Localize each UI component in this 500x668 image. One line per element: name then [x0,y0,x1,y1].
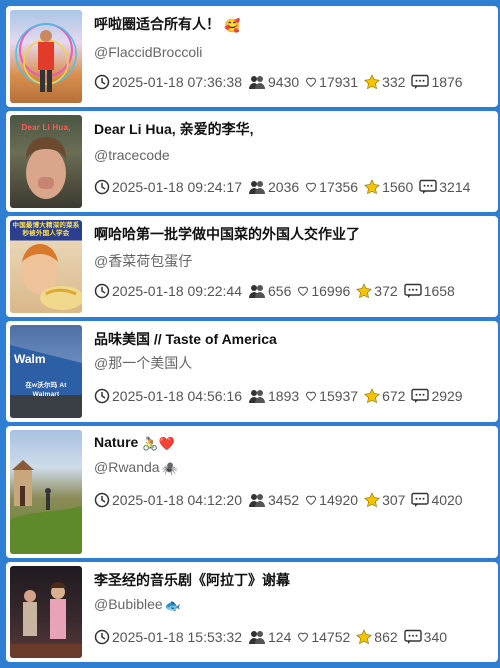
post-title[interactable]: 品味美国 // Taste of America [94,329,490,349]
people-icon [249,390,265,403]
heart-icon [298,286,309,297]
comment-icon [403,283,422,298]
comment-icon [411,388,430,403]
heart-icon [306,495,317,506]
likes-count: 14920 [319,492,359,508]
likes-count: 17356 [319,179,359,195]
heart-icon [298,632,309,643]
likes-count: 16996 [311,283,351,299]
post-datetime: 2025-01-18 15:53:32 [112,629,242,645]
stars-count: 862 [374,629,398,645]
star-icon [356,629,373,645]
followers-count: 1893 [268,388,300,404]
comment-icon [411,492,430,507]
comments-count: 1658 [423,283,455,299]
followers-count: 656 [268,283,292,299]
spider-emoji-icon: 🕷️ [161,461,178,476]
stars-count: 332 [382,74,406,90]
post-title[interactable]: 李圣经的音乐剧《阿拉丁》谢幕 [94,570,490,590]
clock-icon [94,74,110,90]
comments-count: 1876 [431,74,463,90]
star-icon [364,179,380,195]
author-name[interactable]: @那一个美国人 [94,353,490,373]
comment-icon [403,629,422,644]
thumbnail-image[interactable] [10,10,82,103]
thumbnail-image[interactable]: Walm 在w沃尔玛 At Walmart [10,325,82,418]
author-name[interactable]: @FlaccidBroccoli [94,44,490,60]
clock-icon [94,388,110,404]
thumbnail-image[interactable] [10,430,82,554]
clock-icon [94,629,110,645]
post-title[interactable]: 呼啦圈适合所有人！ 🥰 [94,14,490,34]
emoji-icon: 🥰 [224,18,241,33]
post-title[interactable]: Dear Li Hua, 亲爱的李华, [94,119,490,139]
post-stats: 2025-01-18 07:36:38 9430 17931 332 1876 [94,74,492,90]
list-item[interactable]: Dear Li Hua, Dear Li Hua, 亲爱的李华, @tracec… [6,111,498,212]
stars-count: 307 [382,492,406,508]
likes-count: 14752 [311,629,351,645]
likes-count: 17931 [319,74,359,90]
comment-icon [419,179,437,194]
thumbnail-image[interactable] [10,566,82,658]
followers-count: 3452 [268,492,300,508]
comments-count: 4020 [431,492,463,508]
stars-count: 372 [374,283,398,299]
post-datetime: 2025-01-18 07:36:38 [112,74,242,90]
thumbnail-image[interactable]: Dear Li Hua, [10,115,82,208]
thumbnail-caption: 在w沃尔玛 At Walmart [25,382,67,398]
fish-emoji-icon: 🐟 [164,598,181,613]
list-item[interactable]: 中国最博大精深的菜系 秒被外国人学会 啊哈哈第一批学做中国菜的外国人交作业了 @… [6,216,498,317]
people-icon [249,76,265,89]
heart-icon [306,391,317,402]
list-item[interactable]: 李圣经的音乐剧《阿拉丁》谢幕 @Bubiblee 🐟 2025-01-18 15:… [6,562,498,662]
feed-list: 呼啦圈适合所有人！ 🥰 @FlaccidBroccoli 2025-01-18 0… [2,2,498,666]
post-stats: 2025-01-18 15:53:32 124 14752 862 340 [94,629,492,645]
people-icon [249,285,265,298]
post-stats: 2025-01-18 09:24:17 2036 17356 1560 3214 [94,179,492,195]
people-icon [249,631,265,644]
comments-count: 3214 [439,179,471,195]
post-datetime: 2025-01-18 04:12:20 [112,492,242,508]
comments-count: 340 [423,629,448,645]
post-title[interactable]: 啊哈哈第一批学做中国菜的外国人交作业了 [94,224,490,244]
post-title[interactable]: Nature 🚴❤️ [94,434,490,452]
star-icon [356,283,373,299]
star-icon [364,74,380,90]
emoji-icon: 🚴❤️ [142,436,175,451]
clock-icon [94,492,110,508]
post-datetime: 2025-01-18 09:24:17 [112,179,242,195]
post-datetime: 2025-01-18 04:56:16 [112,388,242,404]
star-icon [364,388,380,404]
post-stats: 2025-01-18 09:22:44 656 16996 372 1658 [94,283,492,299]
thumbnail-caption: Dear Li Hua, [21,123,71,132]
people-icon [249,494,265,507]
followers-count: 124 [268,629,292,645]
followers-count: 9430 [268,74,300,90]
list-item[interactable]: Walm 在w沃尔玛 At Walmart 品味美国 // Taste of A… [6,321,498,422]
clock-icon [94,179,110,195]
comments-count: 2929 [431,388,463,404]
thumbnail-image[interactable]: 中国最博大精深的菜系 秒被外国人学会 [10,220,82,313]
star-icon [364,492,380,508]
author-name[interactable]: @tracecode [94,147,490,163]
stars-count: 672 [382,388,406,404]
stars-count: 1560 [382,179,414,195]
author-name[interactable]: @Bubiblee 🐟 [94,596,490,614]
heart-icon [306,182,317,193]
author-name[interactable]: @Rwanda 🕷️ [94,459,490,477]
svg-text:Walm: Walm [14,352,46,366]
heart-icon [306,77,317,88]
comment-icon [411,74,430,89]
thumbnail-caption: 中国最博大精深的菜系 秒被外国人学会 [12,222,80,237]
clock-icon [94,283,110,299]
author-name[interactable]: @香菜荷包蛋仔 [94,251,490,271]
post-stats: 2025-01-18 04:12:20 3452 14920 307 4020 [94,492,492,508]
followers-count: 2036 [268,179,300,195]
post-datetime: 2025-01-18 09:22:44 [112,283,242,299]
list-item[interactable]: 呼啦圈适合所有人！ 🥰 @FlaccidBroccoli 2025-01-18 0… [6,6,498,107]
likes-count: 15937 [319,388,359,404]
post-stats: 2025-01-18 04:56:16 1893 15937 672 2929 [94,388,492,404]
list-item[interactable]: Nature 🚴❤️ @Rwanda 🕷️ 2025-01-18 04:12:20 … [6,426,498,558]
people-icon [249,181,265,194]
